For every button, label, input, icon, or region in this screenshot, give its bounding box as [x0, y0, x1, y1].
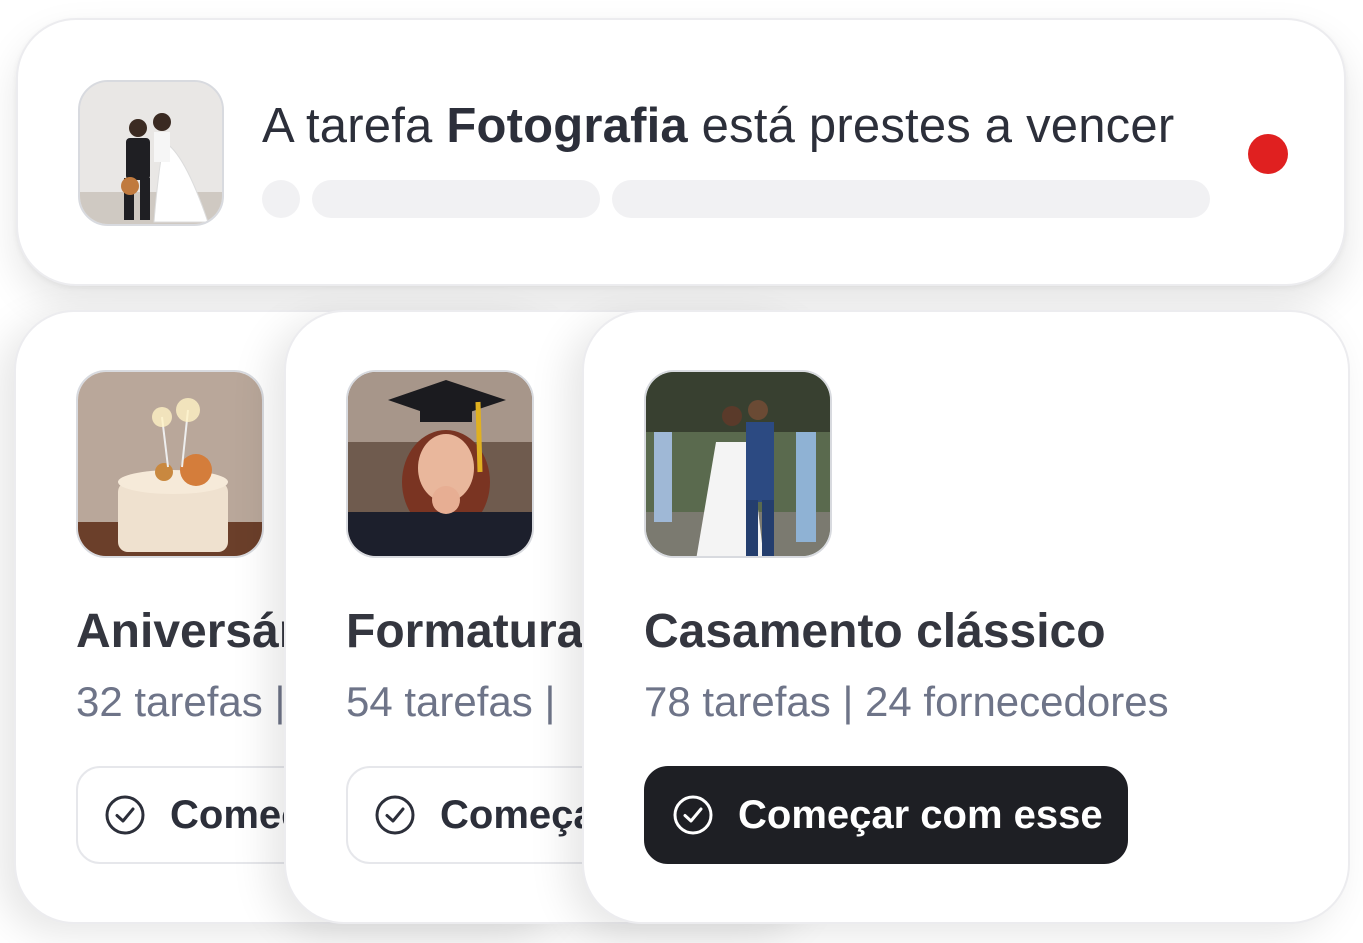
red-dot-icon — [1248, 134, 1288, 174]
check-circle-icon — [375, 795, 415, 835]
check-circle-icon — [673, 795, 713, 835]
task-name: Fotografia — [446, 99, 688, 153]
skeleton-bar — [612, 180, 1210, 218]
skeleton-dot — [262, 180, 300, 218]
wedding-ceremony-photo — [644, 370, 832, 558]
notification-card[interactable]: A tarefa Fotografia está prestes a vence… — [16, 18, 1346, 286]
start-template-button[interactable]: Começar com esse — [644, 766, 1128, 864]
template-card-casamento-classico[interactable]: Casamento clássico 78 tarefas | 24 forne… — [582, 310, 1350, 924]
template-title: Formatura — [346, 605, 584, 658]
template-stats: 54 tarefas | — [346, 678, 556, 725]
skeleton-bar — [312, 180, 600, 218]
wedding-couple-photo — [78, 80, 224, 226]
birthday-cake-photo — [76, 370, 264, 558]
graduation-photo — [346, 370, 534, 558]
template-stats: 32 tarefas | — [76, 678, 286, 725]
template-stats: 78 tarefas | 24 fornecedores — [644, 678, 1169, 725]
notification-message: A tarefa Fotografia está prestes a vence… — [262, 99, 1175, 153]
template-title: Casamento clássico — [644, 605, 1106, 658]
check-circle-icon — [105, 795, 145, 835]
